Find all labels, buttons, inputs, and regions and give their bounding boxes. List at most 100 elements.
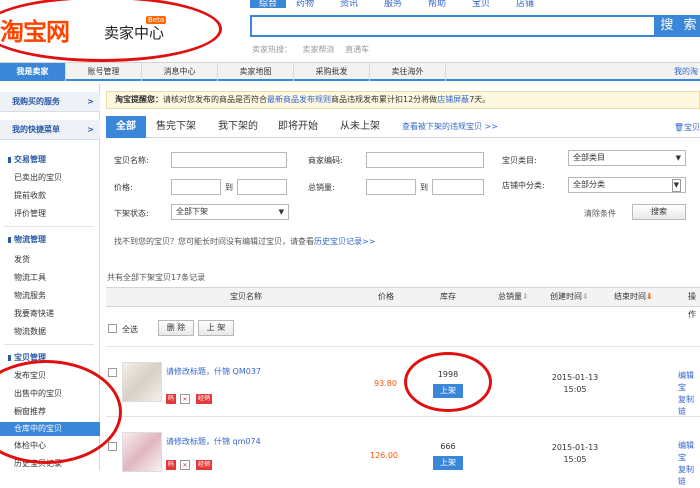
row-checkbox[interactable] [108, 368, 117, 377]
edit-item-link[interactable]: 编辑宝 [678, 440, 700, 464]
price-min-input[interactable] [171, 179, 221, 195]
shop-category-value: 全部分类 [573, 180, 605, 189]
product-title-link[interactable]: 请修改标题，什锦 QM037 [166, 366, 261, 377]
select-all-checkbox[interactable] [108, 324, 117, 333]
search-tab-service[interactable]: 服务 [384, 0, 428, 9]
sort-arrow-icon: ⬇ [582, 292, 589, 301]
sidebar-shortcut-menu[interactable]: 我的快捷菜单 > [0, 120, 100, 140]
list-item-button[interactable]: 上架 [433, 456, 463, 470]
nav-overseas[interactable]: 卖往海外 [370, 63, 446, 81]
shop-category-label: 店铺中分类: [502, 181, 545, 190]
sidebar-item-logistics-tools[interactable]: 物流工具 [14, 272, 46, 283]
search-tab-drugs[interactable]: 药物 [296, 0, 340, 9]
sidebar-item-logistics-data[interactable]: 物流数据 [14, 326, 46, 337]
shop-category-select[interactable]: 全部分类 ▼ [568, 177, 686, 193]
search-tab-item[interactable]: 宝贝 [472, 0, 516, 9]
col-total-sales[interactable]: 总销量⬇ [498, 288, 529, 306]
search-tab-help[interactable]: 帮助 [428, 0, 472, 9]
sales-label: 总销量: [308, 183, 335, 192]
chevron-right-icon: > [87, 125, 94, 134]
nav-account[interactable]: 账号管理 [66, 63, 142, 81]
row-checkbox[interactable] [108, 442, 117, 451]
no-discount-icon: ✕ [180, 460, 190, 470]
status-select[interactable]: 全部下架 ▼ [171, 204, 289, 220]
notice-text: 商品违规发布累计扣12分将做 [331, 95, 438, 104]
price-max-input[interactable] [237, 179, 287, 195]
sidebar-item-ship[interactable]: 发货 [14, 254, 30, 265]
sidebar-purchased-services[interactable]: 我购买的服务 > [0, 92, 100, 112]
select-all-label: 全选 [122, 325, 138, 334]
sidebar-item-advance[interactable]: 提前收款 [14, 190, 46, 201]
sidebar-head-label: 我购买的服务 [12, 97, 60, 106]
created-clock: 15:05 [563, 385, 587, 394]
search-type-tabs: 综合 药物 资讯 服务 帮助 宝贝 店铺 [250, 0, 560, 9]
sidebar-item-warehouse[interactable]: 仓库中的宝贝 [0, 422, 100, 436]
violation-items-link[interactable]: 查看被下架的违规宝贝 >> [402, 116, 498, 138]
tab-upcoming[interactable]: 即将开始 [278, 116, 318, 138]
notice-text: 请核对您发布的商品是否符合 [163, 95, 267, 104]
sales-max-input[interactable] [432, 179, 484, 195]
sidebar-item-logistics-service[interactable]: 物流服务 [14, 290, 46, 301]
sidebar-item-on-sale[interactable]: 出售中的宝贝 [14, 388, 62, 399]
bulk-list-button[interactable]: 上 架 [198, 320, 234, 336]
nav-i-am-seller[interactable]: 我是卖家 [0, 63, 66, 81]
history-link[interactable]: 历史宝贝记录>> [314, 237, 375, 246]
list-item-button[interactable]: 上架 [433, 384, 463, 398]
sidebar-item-sold[interactable]: 已卖出的宝贝 [14, 172, 62, 183]
sales-min-input[interactable] [366, 179, 416, 195]
search-tab-news[interactable]: 资讯 [340, 0, 384, 9]
nav-my-taobao[interactable]: 我的淘 [674, 63, 698, 81]
nav-seller-map[interactable]: 卖家地图 [218, 63, 294, 81]
bulk-delete-button[interactable]: 删 除 [158, 320, 194, 336]
sidebar-item-reviews[interactable]: 评价管理 [14, 208, 46, 219]
hot-search: 卖家热搜： 卖家帮派 直通车 [252, 44, 377, 55]
category-label: 宝贝类目: [502, 156, 537, 165]
copy-link[interactable]: 复制链 [678, 464, 700, 488]
price-to-label: 到 [225, 183, 233, 192]
product-thumbnail[interactable] [122, 432, 162, 472]
clear-conditions-link[interactable]: 清除条件 [584, 208, 616, 219]
tab-never-listed[interactable]: 从未上架 [340, 116, 380, 138]
tip-text: 找不到您的宝贝？您可能长时间没有编辑过宝贝，请查看 [114, 237, 314, 246]
product-thumbnail[interactable] [122, 362, 162, 402]
hot-search-item[interactable]: 卖家帮派 [303, 45, 335, 54]
col-created-label: 创建时间 [550, 292, 582, 301]
trash-icon: 🗑 [673, 123, 684, 132]
recycle-bin-link[interactable]: 🗑宝贝 [674, 122, 700, 133]
sidebar-item-checkup[interactable]: 体检中心 [14, 440, 46, 451]
col-created[interactable]: 创建时间⬇ [550, 288, 589, 306]
rules-link[interactable]: 最新商品发布规则 [267, 95, 331, 104]
taobao-logo[interactable]: 淘宝网 [0, 12, 70, 47]
notice-text: 7天。 [469, 95, 491, 104]
search-tab-all[interactable]: 综合 [250, 0, 286, 9]
search-button[interactable]: 搜 索 [656, 15, 700, 37]
nav-messages[interactable]: 消息中心 [142, 63, 218, 81]
tab-my-delisted[interactable]: 我下架的 [218, 116, 258, 138]
nav-wholesale[interactable]: 采购批发 [294, 63, 370, 81]
header: 淘宝网 卖家中心 Beta 综合 药物 资讯 服务 帮助 宝贝 店铺 搜 索 卖… [0, 0, 700, 60]
item-name-input[interactable] [171, 152, 287, 168]
copy-link[interactable]: 复制链 [678, 394, 700, 418]
category-select[interactable]: 全部类目 ▼ [568, 150, 686, 166]
annotation-circle [404, 352, 492, 412]
sidebar-item-express[interactable]: 我要寄快递 [14, 308, 54, 319]
col-end[interactable]: 结束时间⬇ [614, 288, 653, 306]
hot-search-label: 卖家热搜： [252, 45, 292, 54]
main-nav: 我是卖家 账号管理 消息中心 卖家地图 采购批发 卖往海外 我的淘 [0, 62, 700, 81]
filter-search-button[interactable]: 搜索 [632, 204, 686, 220]
col-name: 宝贝名称 [230, 292, 262, 301]
hot-search-item[interactable]: 直通车 [345, 45, 369, 54]
search-input[interactable] [250, 15, 656, 37]
sidebar-item-history[interactable]: 历史宝贝记录 [14, 458, 62, 469]
sidebar-item-publish[interactable]: 发布宝贝 [14, 370, 46, 381]
sidebar-item-showcase[interactable]: 橱窗推荐 [14, 406, 46, 417]
search-tab-shop[interactable]: 店铺 [516, 0, 560, 9]
merchant-code-input[interactable] [366, 152, 484, 168]
edit-item-link[interactable]: 编辑宝 [678, 370, 700, 394]
status-value: 全部下架 [176, 207, 208, 216]
product-stock: 666 [440, 442, 456, 451]
shop-block-link[interactable]: 店铺屏蔽 [437, 95, 469, 104]
tab-all[interactable]: 全部 [106, 116, 146, 138]
tab-sold-out[interactable]: 售完下架 [156, 116, 196, 138]
product-title-link[interactable]: 请修改标题，什锦 qm074 [166, 436, 261, 447]
